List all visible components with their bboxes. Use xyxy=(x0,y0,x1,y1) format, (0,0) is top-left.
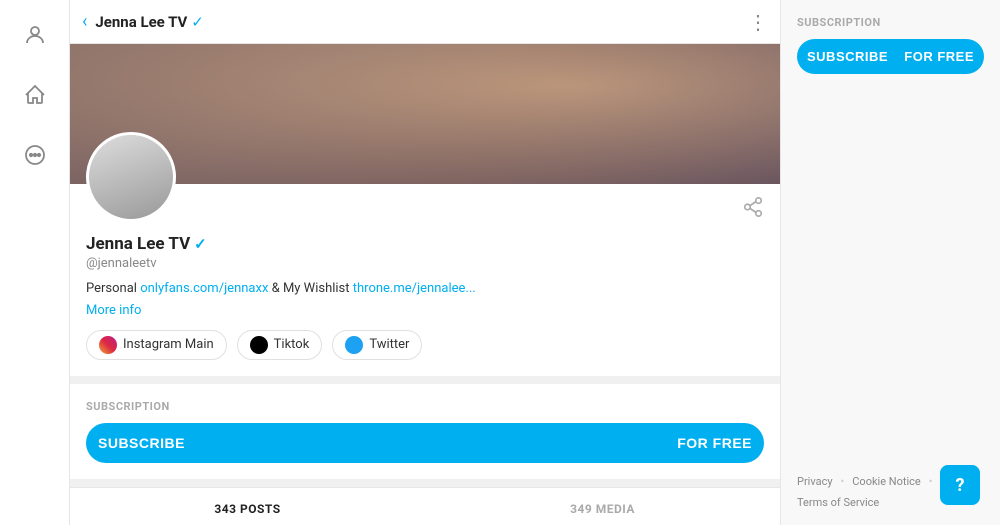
help-button[interactable]: ? xyxy=(940,465,980,505)
subscribe-button[interactable]: SUBSCRIBE FOR FREE xyxy=(86,423,764,463)
tab-media[interactable]: 349 MEDIA xyxy=(425,488,780,525)
page-title: Jenna Lee TV xyxy=(95,13,187,31)
social-btn-instagram[interactable]: Instagram Main xyxy=(86,330,227,360)
bio-link-throne[interactable]: throne.me/jennalee... xyxy=(353,281,476,296)
banner-overlay xyxy=(70,44,780,184)
back-button[interactable]: ‹ xyxy=(82,11,87,32)
bio-text-personal: Personal xyxy=(86,281,140,296)
profile-bio: Personal onlyfans.com/jennaxx & My Wishl… xyxy=(86,279,764,299)
subscribe-label: SUBSCRIBE xyxy=(98,435,185,451)
for-free-label: FOR FREE xyxy=(677,435,752,451)
subscription-section: SUBSCRIPTION SUBSCRIBE FOR FREE xyxy=(70,384,780,479)
profile-container: Jenna Lee TV ✓ @jennaleetv Personal only… xyxy=(70,44,780,525)
instagram-label: Instagram Main xyxy=(123,337,214,352)
options-menu-button[interactable]: ⋮ xyxy=(748,10,768,34)
sidebar-item-home[interactable] xyxy=(15,75,55,115)
top-title-group: Jenna Lee TV ✓ xyxy=(95,12,203,31)
verified-icon: ✓ xyxy=(191,13,204,31)
terms-link[interactable]: Terms of Service xyxy=(797,496,879,509)
help-icon: ? xyxy=(956,475,965,496)
sidebar-item-profile[interactable] xyxy=(15,15,55,55)
sidebar xyxy=(0,0,70,525)
avatar[interactable] xyxy=(86,132,176,222)
profile-banner xyxy=(70,44,780,184)
share-button[interactable] xyxy=(742,196,764,222)
profile-info: Jenna Lee TV ✓ @jennaleetv Personal only… xyxy=(86,184,764,360)
social-btn-tiktok[interactable]: Tiktok xyxy=(237,330,323,360)
profile-name: Jenna Lee TV ✓ xyxy=(86,234,764,254)
footer-dot-2: • xyxy=(929,475,933,488)
verified-check: ✓ xyxy=(194,235,207,253)
twitter-icon xyxy=(345,336,363,354)
profile-card: Jenna Lee TV ✓ @jennaleetv Personal only… xyxy=(70,184,780,376)
right-panel: SUBSCRIPTION SUBSCRIBE FOR FREE Privacy … xyxy=(780,0,1000,525)
social-btn-twitter[interactable]: Twitter xyxy=(332,330,422,360)
tiktok-icon xyxy=(250,336,268,354)
bio-text-wishlist: & My Wishlist xyxy=(268,281,352,296)
privacy-link[interactable]: Privacy xyxy=(797,475,833,488)
footer-dot-1: • xyxy=(841,475,845,488)
tiktok-label: Tiktok xyxy=(274,337,310,352)
main-area: ‹ Jenna Lee TV ✓ ⋮ xyxy=(70,0,780,525)
right-subscribe-label: SUBSCRIBE xyxy=(807,49,888,64)
more-info-link[interactable]: More info xyxy=(86,303,141,318)
avatar-wrapper xyxy=(86,132,176,222)
top-bar: ‹ Jenna Lee TV ✓ ⋮ xyxy=(70,0,780,44)
right-for-free-label: FOR FREE xyxy=(904,49,974,64)
social-links: Instagram Main Tiktok Twitter xyxy=(86,330,764,360)
tab-posts[interactable]: 343 POSTS xyxy=(70,488,425,525)
right-subscription-title: SUBSCRIPTION xyxy=(797,16,984,29)
profile-handle: @jennaleetv xyxy=(86,256,764,271)
bio-link-onlyfans[interactable]: onlyfans.com/jennaxx xyxy=(140,281,268,296)
subscription-section-title: SUBSCRIPTION xyxy=(86,400,764,413)
cookie-notice-link[interactable]: Cookie Notice xyxy=(852,475,921,488)
avatar-image xyxy=(89,135,173,219)
twitter-label: Twitter xyxy=(369,337,409,352)
right-subscribe-button[interactable]: SUBSCRIBE FOR FREE xyxy=(797,39,984,74)
instagram-icon xyxy=(99,336,117,354)
tabs-bar: 343 POSTS 349 MEDIA xyxy=(70,487,780,525)
sidebar-item-messages[interactable] xyxy=(15,135,55,175)
